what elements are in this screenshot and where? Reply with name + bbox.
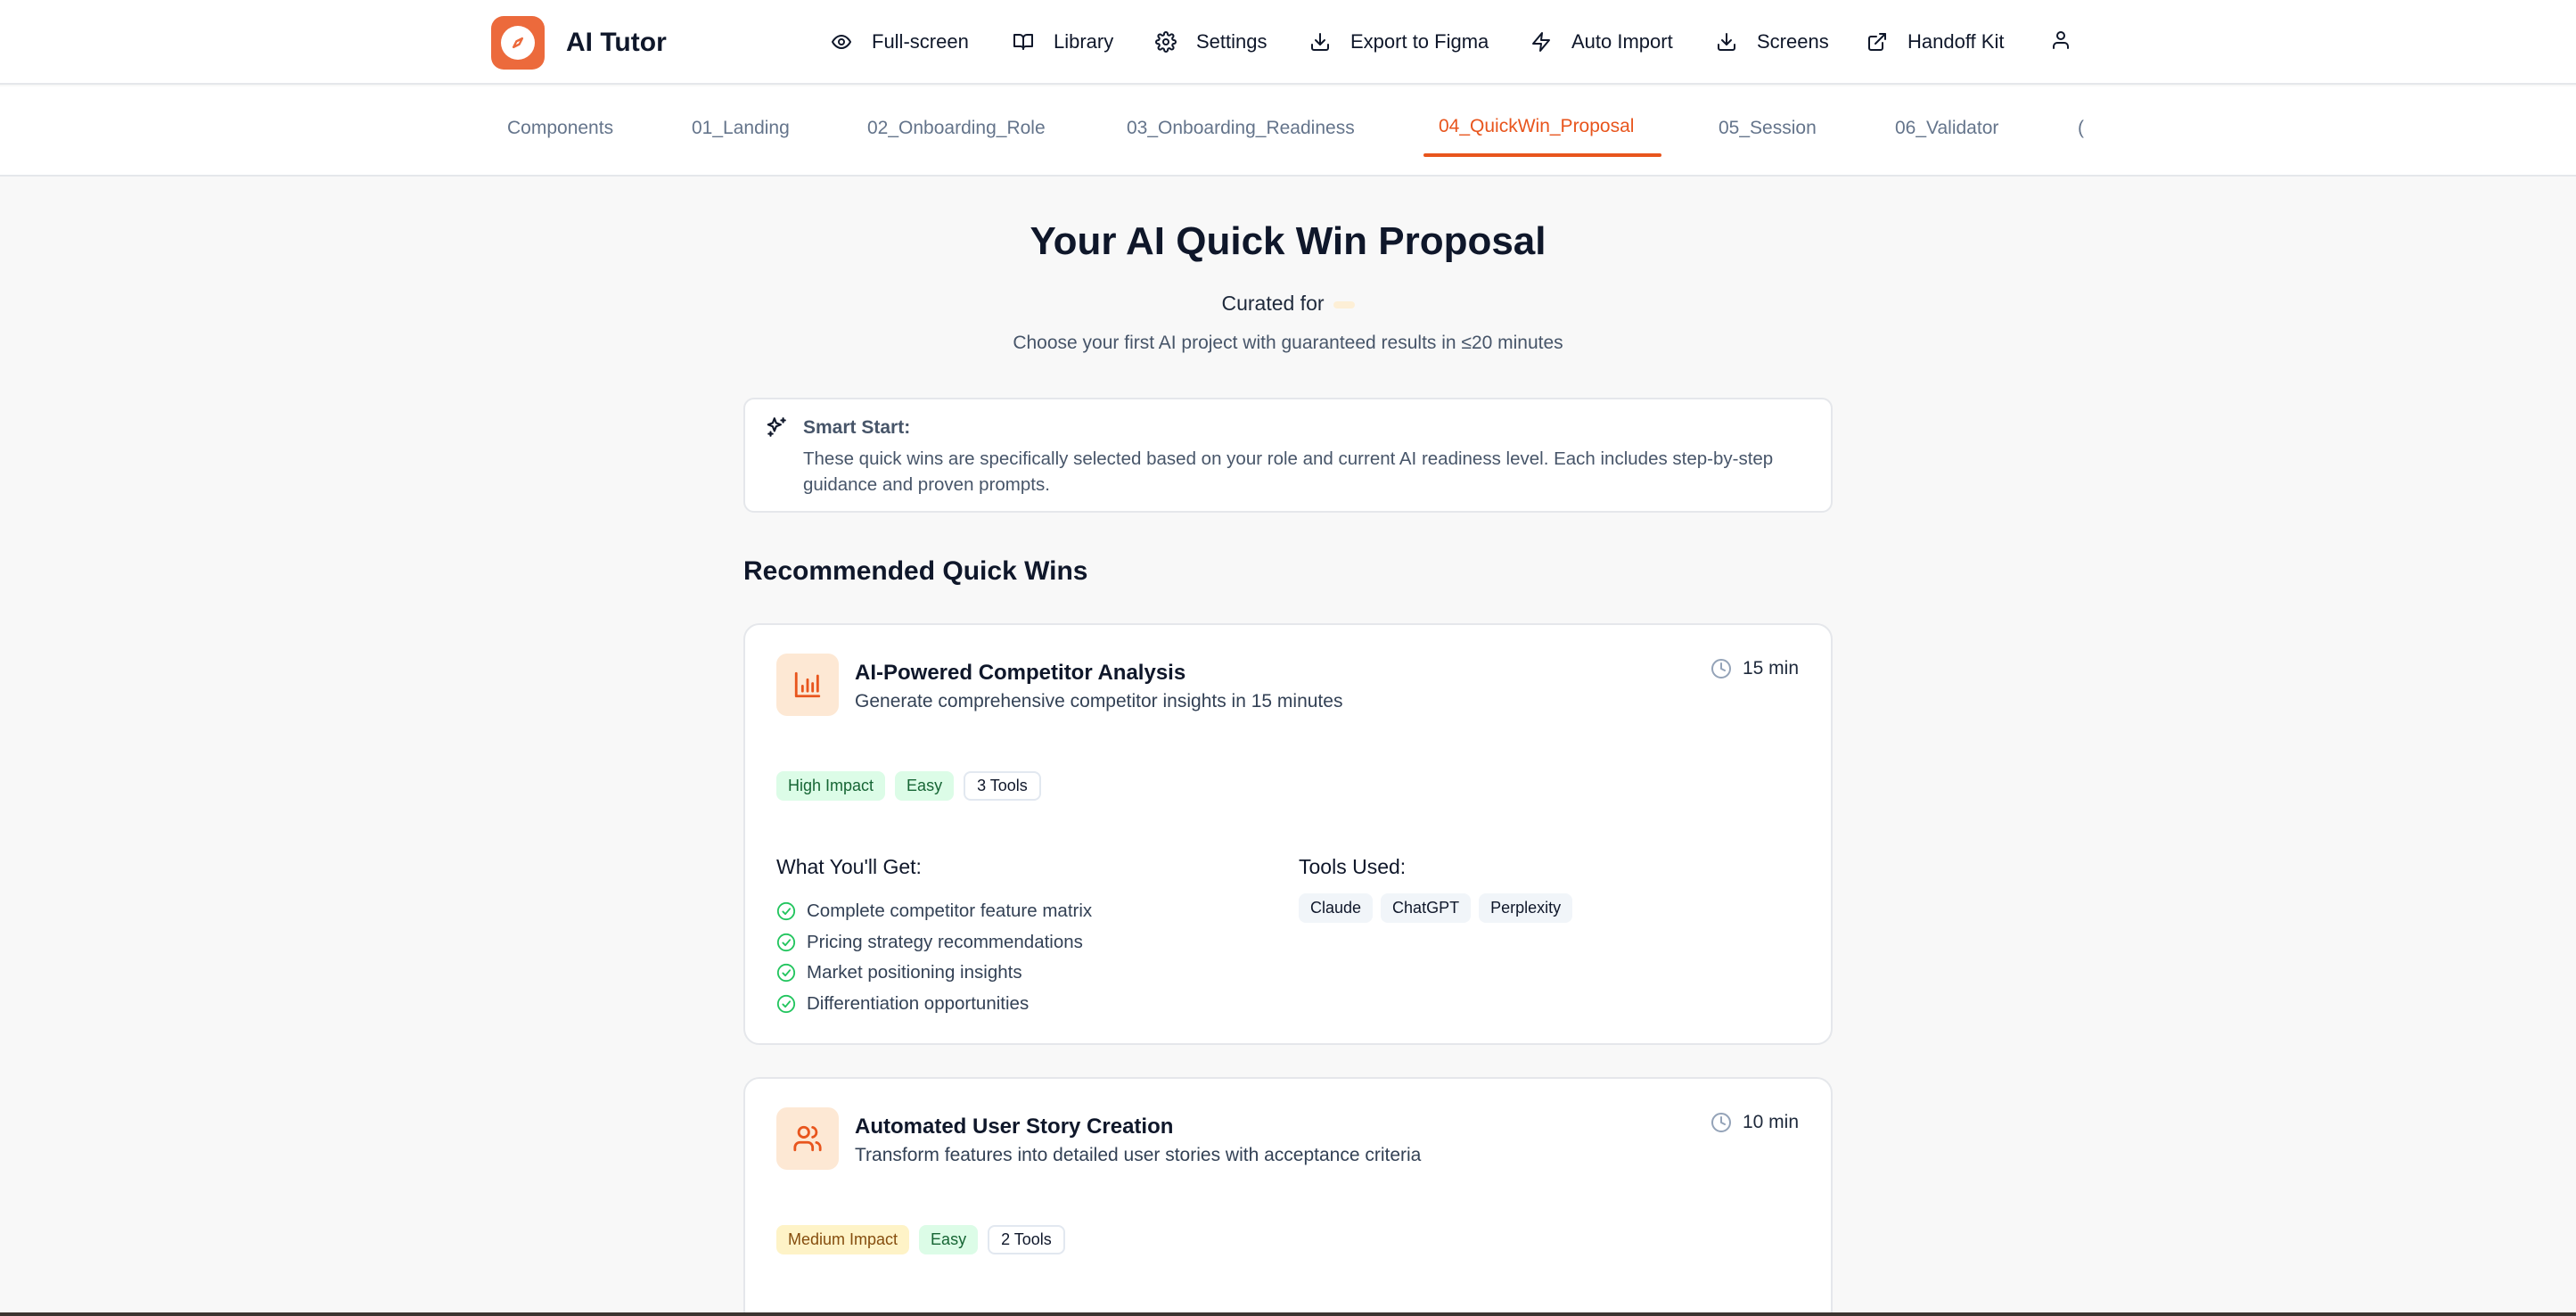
screens-button[interactable]: Screens <box>1716 27 1829 57</box>
duration-label: 15 min <box>1742 658 1799 679</box>
eye-icon <box>832 35 851 49</box>
card-badges: High Impact Easy 3 Tools <box>776 771 1051 801</box>
active-tab-indicator <box>1423 153 1661 157</box>
tab-onboarding-role[interactable]: 02_Onboarding_Role <box>867 118 1046 139</box>
list-item: Market positioning insights <box>776 958 1092 989</box>
card-title: Automated User Story Creation <box>855 1114 1174 1139</box>
benefit-text: Complete competitor feature matrix <box>807 901 1093 922</box>
screen-tabs: Components 01_Landing 02_Onboarding_Role… <box>0 86 2576 177</box>
card-icon-container <box>776 1107 839 1170</box>
tab-validator[interactable]: 06_Validator <box>1895 118 1998 139</box>
download-icon <box>1718 33 1735 51</box>
check-circle-icon <box>776 994 796 1013</box>
quickwin-card[interactable]: Automated User Story Creation Transform … <box>743 1077 1833 1316</box>
clock-icon <box>1710 1113 1731 1132</box>
check-circle-icon <box>776 902 796 921</box>
curated-for-line: Curated for <box>0 292 2576 316</box>
full-screen-button[interactable]: Full-screen <box>831 27 969 57</box>
list-item: Differentiation opportunities <box>776 989 1092 1020</box>
sparkles-icon <box>767 417 786 437</box>
nav-label: Auto Import <box>1571 30 1673 53</box>
card-duration: 15 min <box>1710 658 1799 679</box>
benefit-text: Pricing strategy recommendations <box>807 931 1083 952</box>
page-title: Your AI Quick Win Proposal <box>1030 219 1546 263</box>
page-subtitle: Choose your first AI project with guaran… <box>1013 333 1563 353</box>
smart-start-text: These quick wins are specifically select… <box>803 448 1774 495</box>
impact-badge: High Impact <box>776 771 886 801</box>
tab-landing[interactable]: 01_Landing <box>692 118 790 139</box>
gear-icon <box>1155 31 1177 53</box>
check-circle-icon <box>776 933 796 951</box>
tab-components[interactable]: Components <box>507 118 613 139</box>
bar-chart-icon <box>794 671 821 698</box>
difficulty-badge: Easy <box>919 1225 979 1254</box>
duration-label: 10 min <box>1742 1112 1799 1132</box>
curated-for-label: Curated for <box>1221 292 1325 315</box>
export-to-figma-button[interactable]: Export to Figma <box>1309 27 1489 57</box>
benefit-text: Market positioning insights <box>807 962 1022 983</box>
card-badges: Medium Impact Easy 2 Tools <box>776 1225 1075 1254</box>
card-description: Transform features into detailed user st… <box>855 1145 1422 1165</box>
tools-count-badge: 2 Tools <box>988 1225 1065 1254</box>
user-icon[interactable] <box>2050 29 2071 51</box>
quickwin-card[interactable]: AI-Powered Competitor Analysis Generate … <box>743 623 1833 1045</box>
curated-for-placeholder <box>1333 300 1355 308</box>
card-description: Generate comprehensive competitor insigh… <box>855 691 1343 711</box>
benefit-text: Differentiation opportunities <box>807 992 1030 1014</box>
lightning-icon <box>1532 32 1550 52</box>
users-icon <box>793 1125 822 1152</box>
tools-heading: Tools Used: <box>1299 855 1407 878</box>
list-item: Pricing strategy recommendations <box>776 927 1092 958</box>
auto-import-button[interactable]: Auto Import <box>1530 27 1673 57</box>
clock-icon <box>1710 659 1731 679</box>
brand[interactable]: AI Tutor <box>491 16 667 70</box>
card-title: AI-Powered Competitor Analysis <box>855 661 1186 685</box>
book-icon <box>1013 34 1033 50</box>
top-bar: AI Tutor Full-screen Library Settings Ex… <box>0 0 2576 85</box>
nav-label: Handoff Kit <box>1907 30 2005 53</box>
difficulty-badge: Easy <box>895 771 955 801</box>
card-icon-container <box>776 654 839 716</box>
nav-label: Settings <box>1196 30 1267 53</box>
tool-chip: Claude <box>1299 893 1374 923</box>
tool-chip: ChatGPT <box>1381 893 1472 923</box>
section-title: Recommended Quick Wins <box>743 556 1088 586</box>
tab-next-partial[interactable]: ( <box>2078 118 2084 139</box>
impact-badge: Medium Impact <box>776 1225 910 1254</box>
download-icon <box>1311 33 1329 51</box>
tool-chip: Perplexity <box>1479 893 1573 923</box>
library-button[interactable]: Library <box>1013 27 1113 57</box>
nav-label: Export to Figma <box>1350 30 1489 53</box>
list-item: Complete competitor feature matrix <box>776 896 1092 927</box>
tab-session[interactable]: 05_Session <box>1719 118 1817 139</box>
benefits-heading: What You'll Get: <box>776 855 922 878</box>
external-link-icon <box>1868 33 1886 51</box>
card-duration: 10 min <box>1710 1112 1799 1133</box>
tab-onboarding-readiness[interactable]: 03_Onboarding_Readiness <box>1127 118 1355 139</box>
window-bottom-edge <box>0 1312 2576 1316</box>
tools-count-badge: 3 Tools <box>964 771 1041 801</box>
smart-start-title: Smart Start: <box>803 417 911 438</box>
compass-logo-icon <box>491 16 545 70</box>
smart-start-callout: Smart Start: These quick wins are specif… <box>743 398 1833 513</box>
check-circle-icon <box>776 964 796 983</box>
app-name: AI Tutor <box>566 28 667 57</box>
nav-label: Screens <box>1757 30 1829 53</box>
tab-quickwin-proposal[interactable]: 04_QuickWin_Proposal <box>1439 116 1634 137</box>
benefits-list: Complete competitor feature matrix Prici… <box>776 896 1092 1019</box>
handoff-kit-button[interactable]: Handoff Kit <box>1866 27 2004 57</box>
settings-button[interactable]: Settings <box>1155 27 1267 57</box>
nav-label: Full-screen <box>872 30 969 53</box>
nav-label: Library <box>1054 30 1114 53</box>
tools-list: Claude ChatGPT Perplexity <box>1299 893 1580 923</box>
